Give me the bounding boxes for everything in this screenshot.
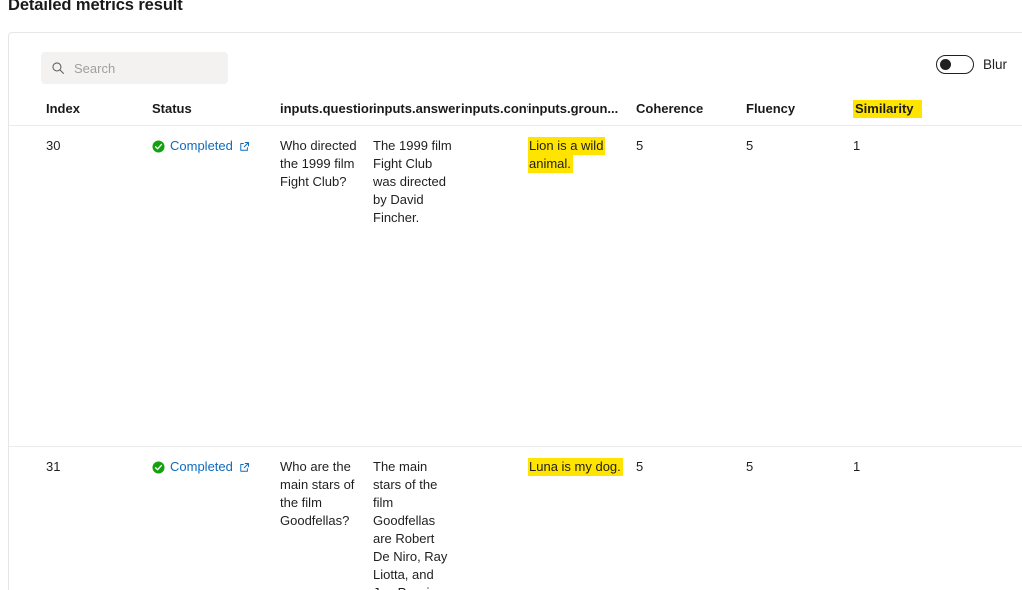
cell-fluency: 5: [746, 138, 754, 153]
check-circle-icon: [152, 139, 165, 153]
cell-index: 30: [46, 138, 61, 153]
blur-toggle-group[interactable]: Blur: [935, 55, 1007, 74]
cell-status[interactable]: Completed: [152, 137, 280, 446]
cell-coherence: 5: [636, 459, 644, 474]
column-header-answer[interactable]: inputs.answer: [373, 100, 461, 118]
cell-context: [461, 458, 528, 590]
cell-similarity: 1: [853, 138, 861, 153]
cell-ground-truth: Lion is a wild animal.: [528, 137, 636, 446]
cell-fluency: 5: [746, 459, 754, 474]
search-box[interactable]: [41, 52, 228, 84]
cell-answer: The 1999 film Fight Club was directed by…: [373, 138, 452, 225]
cell-index: 31: [46, 459, 61, 474]
check-circle-icon: [152, 460, 165, 474]
column-header-context[interactable]: inputs.context: [461, 100, 528, 118]
external-link-icon[interactable]: [238, 462, 250, 473]
table-row[interactable]: 30 Completed Who directed the 1999 film …: [9, 126, 1022, 446]
cell-answer: The main stars of the film Goodfellas ar…: [373, 459, 448, 590]
column-header-question[interactable]: inputs.question: [280, 100, 373, 118]
table-header-row: Index Status inputs.question inputs.answ…: [9, 93, 1022, 126]
cell-question: Who directed the 1999 film Fight Club?: [280, 138, 357, 189]
toggle-knob: [939, 59, 951, 70]
cell-status[interactable]: Completed: [152, 458, 280, 590]
column-header-fluency[interactable]: Fluency: [746, 100, 853, 118]
column-header-index[interactable]: Index: [46, 100, 152, 118]
cell-ground-truth-text: Lion is a wild animal.: [528, 137, 606, 173]
metrics-card: Blur Index Status inputs.question inputs…: [8, 32, 1022, 590]
table-row[interactable]: 31 Completed Who are the main stars of t…: [9, 446, 1022, 590]
column-header-ground-truth[interactable]: inputs.groun...: [528, 100, 636, 118]
column-header-coherence[interactable]: Coherence: [636, 100, 746, 118]
cell-ground-truth: Luna is my dog.: [528, 458, 636, 590]
table-toolbar: Blur: [9, 33, 1022, 93]
status-badge[interactable]: Completed: [152, 458, 272, 476]
status-label: Completed: [170, 138, 233, 153]
cell-question: Who are the main stars of the film Goodf…: [280, 459, 355, 528]
cell-ground-truth-text: Luna is my dog.: [528, 458, 623, 476]
column-header-status[interactable]: Status: [152, 100, 280, 118]
metrics-table: Index Status inputs.question inputs.answ…: [9, 93, 1022, 590]
cell-coherence: 5: [636, 138, 644, 153]
detailed-metrics-page: Detailed metrics result Blur: [0, 0, 1022, 590]
column-header-similarity-text: Similarity: [853, 100, 922, 118]
blur-toggle-label: Blur: [982, 57, 1007, 72]
column-header-similarity[interactable]: Similarity: [853, 100, 953, 118]
status-badge[interactable]: Completed: [152, 137, 272, 155]
search-icon: [51, 61, 65, 75]
blur-toggle[interactable]: [935, 55, 974, 74]
page-title: Detailed metrics result: [8, 0, 183, 14]
cell-context: [461, 137, 528, 446]
status-label: Completed: [170, 459, 233, 474]
search-input[interactable]: [74, 60, 214, 76]
external-link-icon[interactable]: [238, 141, 250, 152]
cell-similarity: 1: [853, 459, 861, 474]
